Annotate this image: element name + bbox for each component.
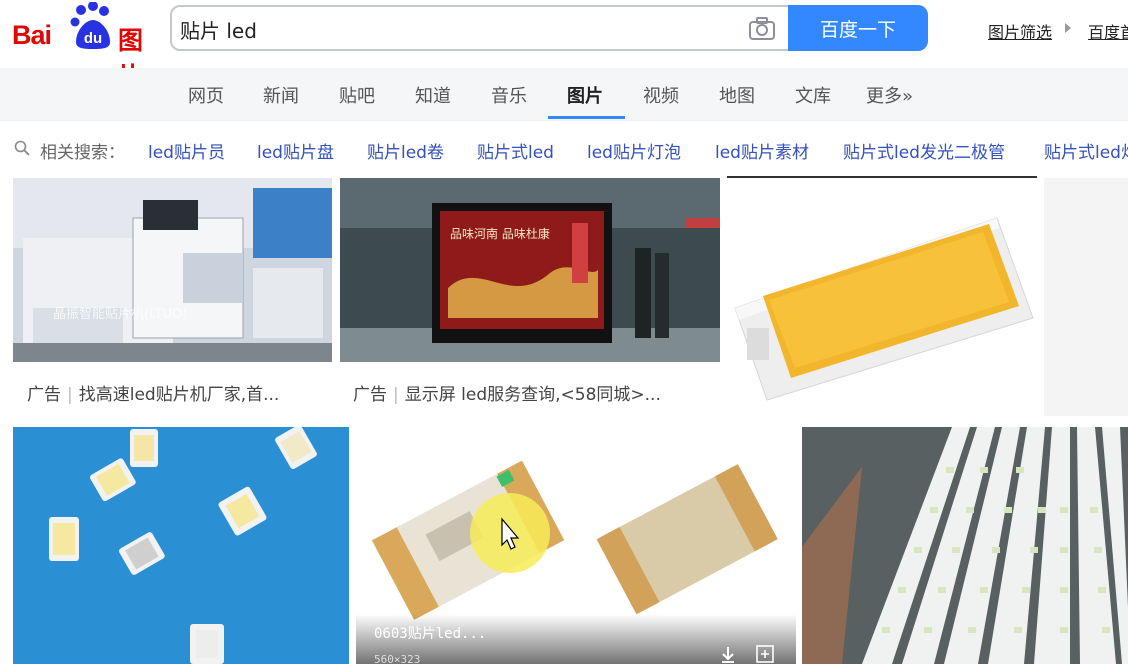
tab-tieba[interactable]: 贴吧: [339, 82, 375, 108]
tab-wenku[interactable]: 文库: [795, 82, 831, 108]
tab-music[interactable]: 音乐: [491, 82, 527, 108]
related-item[interactable]: 贴片式led灯: [1044, 138, 1128, 163]
related-searches: 相关搜索： led贴片员 led贴片盘 贴片led卷 贴片式led led贴片灯…: [0, 120, 1128, 178]
machine-photo: 晶振智能贴片机(LTUO): [13, 178, 332, 362]
hover-image-title[interactable]: 0603贴片led...: [374, 623, 486, 643]
ad-title: 显示屏 led服务查询,<58同城>...: [404, 385, 661, 405]
result-image-ad-display[interactable]: 品味河南 品味杜康: [340, 178, 720, 362]
search-icon: [14, 140, 30, 156]
hover-image-size: 560×323: [374, 653, 421, 664]
watermark-text: 晶振智能贴片机(LTUO): [53, 307, 187, 322]
triangle-right-icon: [1065, 23, 1071, 33]
tab-more[interactable]: 更多»: [866, 82, 913, 108]
related-item[interactable]: 贴片式led发光二极管: [843, 138, 1005, 163]
display-banner-text: 品味河南 品味杜康: [450, 226, 550, 241]
result-image-smd-led[interactable]: [727, 178, 1037, 416]
tab-zhidao[interactable]: 知道: [415, 82, 451, 108]
related-item[interactable]: led贴片员: [148, 138, 225, 163]
ad-caption[interactable]: 广告 | 显示屏 led服务查询,<58同城>...: [353, 380, 713, 405]
ad-title: 找高速led贴片机厂家,首...: [78, 385, 280, 405]
tab-video[interactable]: 视频: [643, 82, 679, 108]
ad-caption[interactable]: 广告 | 找高速led贴片机厂家,首...: [27, 380, 327, 405]
active-tab-indicator: [548, 116, 625, 119]
related-item[interactable]: led贴片盘: [257, 138, 334, 163]
led-strip-photo: [802, 427, 1128, 664]
tab-web[interactable]: 网页: [188, 82, 224, 108]
related-item[interactable]: led贴片素材: [715, 138, 809, 163]
blue-leds-photo: [49, 427, 317, 664]
camera-icon[interactable]: [748, 17, 776, 41]
display-photo: 品味河南 品味杜康: [340, 178, 720, 362]
result-image-partial[interactable]: [1044, 178, 1128, 416]
result-image-blue-leds[interactable]: [13, 427, 349, 664]
baidu-home-link[interactable]: 百度首页: [1088, 19, 1128, 43]
related-label: 相关搜索：: [40, 143, 125, 163]
logo-du-text: du: [84, 30, 102, 47]
baidu-logo[interactable]: Bai du 图片: [12, 2, 162, 91]
tab-map[interactable]: 地图: [719, 82, 755, 108]
ad-tag: 广告: [27, 385, 61, 405]
search-input[interactable]: [180, 15, 720, 43]
nav-bar: 网页 新闻 贴吧 知道 音乐 图片 视频 地图 文库 更多»: [0, 68, 1128, 121]
logo-bai-text: Bai: [12, 20, 52, 50]
related-item[interactable]: 贴片式led: [477, 138, 554, 163]
result-image-0603-led[interactable]: 0603贴片led... 560×323: [356, 427, 796, 664]
search-box: [170, 5, 788, 51]
search-button[interactable]: 百度一下: [788, 5, 928, 51]
tab-news[interactable]: 新闻: [263, 82, 299, 108]
top-bar: Bai du 图片 百度一下 图片筛选 百度首页: [0, 0, 1128, 91]
caption-divider: |: [393, 385, 399, 405]
paw-icon: du: [70, 2, 110, 49]
tab-images[interactable]: 图片: [567, 82, 603, 108]
caption-divider: |: [67, 385, 73, 405]
result-image-ad-machine[interactable]: 晶振智能贴片机(LTUO): [13, 178, 332, 362]
led-chip: [130, 429, 158, 467]
smd-led-photo: [734, 217, 1034, 401]
result-image-led-strips[interactable]: [802, 427, 1128, 664]
image-filter-link[interactable]: 图片筛选: [988, 19, 1052, 43]
related-item[interactable]: led贴片灯泡: [587, 138, 681, 163]
related-item[interactable]: 贴片led卷: [367, 138, 444, 163]
ad-tag: 广告: [353, 385, 387, 405]
